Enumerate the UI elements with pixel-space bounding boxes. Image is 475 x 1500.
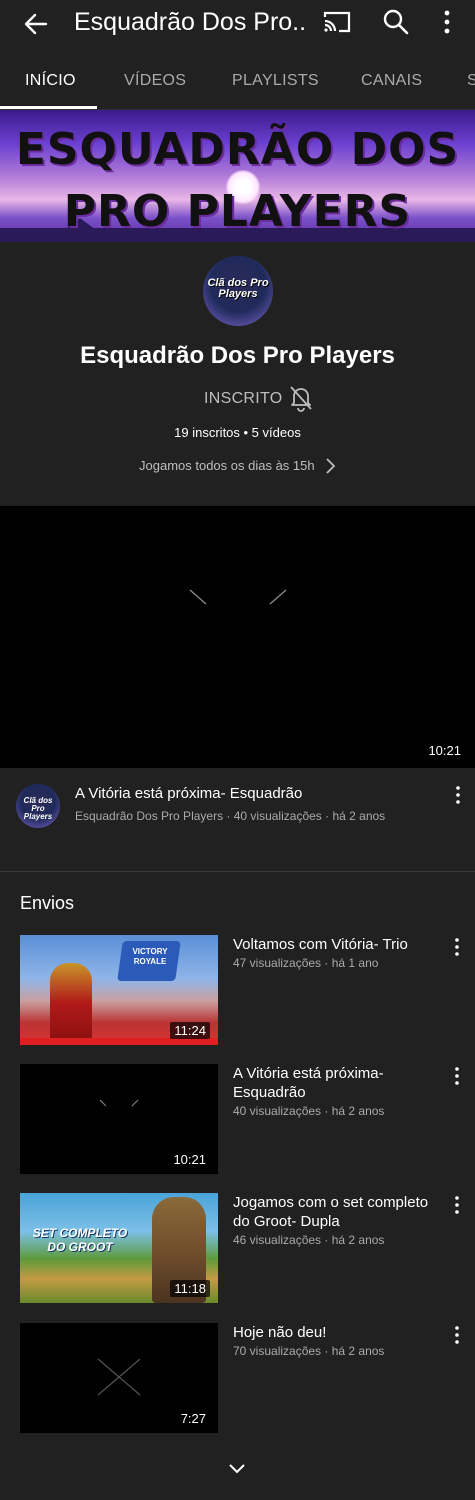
video-duration: 10:21	[428, 743, 461, 758]
featured-video-player[interactable]: 10:21	[0, 506, 475, 768]
featured-video-title[interactable]: A Vitória está próxima- Esquadrão	[75, 785, 302, 802]
video-duration: 7:27	[176, 1410, 210, 1427]
video-meta: 46 visualizações · há 2 anos	[233, 1233, 385, 1247]
channel-about[interactable]: Jogamos todos os dias às 15h	[139, 458, 315, 473]
thumbnail-badge-text: VICTORY ROYALE	[132, 947, 168, 966]
video-title[interactable]: Voltamos com Vitória- Trio	[233, 935, 443, 954]
more-vert-icon[interactable]	[438, 8, 456, 36]
more-vert-icon[interactable]	[452, 1066, 462, 1086]
video-title[interactable]: A Vitória está próxima- Esquadrão	[233, 1064, 443, 1102]
video-meta: 70 visualizações · há 2 anos	[233, 1344, 385, 1358]
banner-text-line1: ESQUADRÃO DOS	[15, 124, 460, 175]
banner-text-line2: PRO PLAYERS	[63, 186, 412, 237]
video-thumbnail[interactable]: 7:27	[20, 1323, 218, 1433]
avatar-logo-text: Clã dos Pro Players	[23, 796, 53, 821]
featured-video-meta: Esquadrão Dos Pro Players · 40 visualiza…	[75, 809, 386, 823]
more-vert-icon[interactable]	[452, 1195, 462, 1215]
list-item[interactable]: 7:27 Hoje não deu! 70 visualizações · há…	[0, 1323, 475, 1435]
video-duration: 11:18	[170, 1280, 210, 1297]
video-meta: 47 visualizações · há 1 ano	[233, 956, 379, 970]
chevron-right-icon[interactable]	[323, 457, 337, 475]
tab-canais[interactable]: CANAIS	[361, 72, 422, 90]
avatar-logo-text: Clã dos Pro Players	[207, 277, 269, 300]
section-divider	[0, 871, 475, 872]
channel-avatar[interactable]: Clã dos Pro Players	[203, 256, 273, 326]
active-tab-indicator	[0, 106, 97, 109]
loading-indicator-icon	[99, 1099, 139, 1107]
watched-progress-bar	[20, 1038, 218, 1045]
video-title[interactable]: Jogamos com o set completo do Groot- Dup…	[233, 1193, 443, 1231]
cast-icon[interactable]	[322, 9, 352, 35]
thumbnail-text-line1: SET COMPLETO	[32, 1226, 128, 1240]
thumbnail-cross-icon	[97, 1358, 141, 1396]
page-title: Esquadrão Dos Pro...	[74, 8, 306, 36]
video-title[interactable]: Hoje não deu!	[233, 1323, 443, 1342]
tab-more[interactable]: S	[467, 72, 475, 90]
featured-video-info[interactable]: Clã dos Pro Players A Vitória está próxi…	[0, 768, 475, 871]
chevron-down-icon[interactable]	[228, 1462, 246, 1476]
tab-inicio[interactable]: INÍCIO	[25, 72, 76, 90]
more-vert-icon[interactable]	[452, 937, 462, 957]
search-icon[interactable]	[382, 8, 410, 36]
more-vert-icon[interactable]	[453, 785, 463, 805]
thumbnail-text-line2: DO GROOT	[47, 1240, 113, 1254]
back-arrow-icon[interactable]	[22, 10, 50, 38]
channel-stats: 19 inscritos • 5 vídeos	[174, 425, 301, 440]
video-duration: 11:24	[170, 1022, 210, 1039]
more-vert-icon[interactable]	[452, 1325, 462, 1345]
list-item[interactable]: VICTORY ROYALE 11:24 Voltamos com Vitóri…	[0, 935, 475, 1047]
video-thumbnail[interactable]: VICTORY ROYALE 11:24	[20, 935, 218, 1045]
video-thumbnail[interactable]: 10:21	[20, 1064, 218, 1174]
channel-name: Esquadrão Dos Pro Players	[80, 342, 395, 369]
uploads-section-title: Envios	[20, 893, 75, 913]
list-item[interactable]: 10:21 A Vitória está próxima- Esquadrão …	[0, 1064, 475, 1176]
video-meta: 40 visualizações · há 2 anos	[233, 1104, 385, 1118]
bell-off-icon[interactable]	[288, 384, 314, 412]
loading-indicator-icon	[189, 589, 287, 605]
tab-playlists[interactable]: PLAYLISTS	[232, 72, 319, 90]
subscribed-button[interactable]: INSCRITO	[204, 390, 283, 408]
channel-tabs: INÍCIO VÍDEOS PLAYLISTS CANAIS S	[0, 62, 475, 110]
app-bar: Esquadrão Dos Pro...	[0, 0, 475, 48]
tab-videos[interactable]: VÍDEOS	[124, 72, 186, 90]
thumbnail-character	[50, 963, 92, 1043]
list-item[interactable]: SET COMPLETO DO GROOT 11:18 Jogamos com …	[0, 1193, 475, 1305]
video-duration: 10:21	[169, 1151, 210, 1168]
channel-banner: ESQUADRÃO DOS PRO PLAYERS	[0, 110, 475, 242]
video-thumbnail[interactable]: SET COMPLETO DO GROOT 11:18	[20, 1193, 218, 1303]
channel-avatar-small[interactable]: Clã dos Pro Players	[16, 784, 60, 828]
